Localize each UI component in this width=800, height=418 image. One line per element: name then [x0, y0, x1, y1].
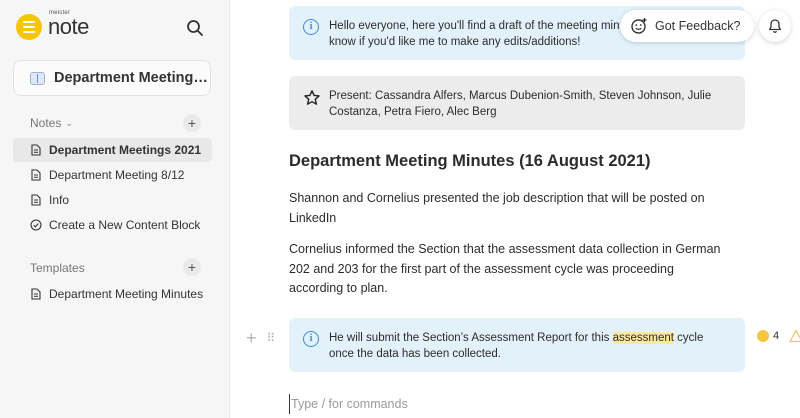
logo-mark-icon: [16, 14, 42, 40]
notifications-button[interactable]: [759, 10, 791, 42]
document-icon: [31, 144, 41, 156]
smiley-add-icon: [631, 18, 647, 34]
current-document-title: Department Meetings 2021: [54, 70, 210, 86]
sidebar-item-department-meeting-8-12[interactable]: Department Meeting 8/12: [13, 163, 212, 187]
drag-handle-icon[interactable]: ⠿: [267, 332, 276, 344]
add-note-button[interactable]: +: [183, 114, 201, 132]
sidebar-item-template-department-meeting[interactable]: Department Meeting Minutes: [13, 282, 212, 306]
document-icon: [31, 288, 41, 300]
present-text: Present: Cassandra Alfers, Marcus Dubeni…: [329, 90, 712, 118]
notes-section-header[interactable]: Notes ⌄: [30, 116, 73, 130]
sidebar-item-label: Info: [49, 193, 70, 207]
document-icon: [31, 169, 41, 181]
templates-section-header[interactable]: Templates: [30, 261, 85, 275]
comment-count: 4: [773, 330, 780, 342]
sidebar-item-department-meetings-2021[interactable]: Department Meetings 2021: [13, 138, 212, 162]
block-tools: + ⠿: [246, 329, 276, 347]
sidebar-item-label: Department Meetings 2021: [49, 143, 202, 157]
editor: i Hello everyone, here you'll find a dra…: [231, 0, 800, 418]
sidebar-item-create-content-block[interactable]: Create a New Content Block: [13, 213, 212, 237]
callout-top-text: Hello everyone, here you'll find a draft…: [329, 18, 629, 48]
paragraph-2[interactable]: Cornelius informed the Section that the …: [289, 240, 729, 299]
callout-top-line1: Hello everyone, here you'll find a draft…: [329, 20, 630, 32]
templates-label: Templates: [30, 261, 85, 275]
sidebar-item-info[interactable]: Info: [13, 188, 212, 212]
search-icon[interactable]: [185, 18, 205, 38]
info-icon: i: [303, 331, 319, 347]
feedback-button[interactable]: Got Feedback?: [620, 10, 755, 42]
paragraph-1[interactable]: Shannon and Cornelius presented the job …: [289, 189, 729, 228]
logo-text: meister note: [48, 10, 89, 39]
brand-name: note: [48, 14, 89, 39]
info-icon: i: [303, 19, 319, 35]
check-circle-icon: [30, 219, 42, 231]
command-input[interactable]: [289, 394, 729, 414]
notes-label: Notes: [30, 116, 62, 130]
add-block-icon[interactable]: +: [246, 329, 257, 347]
bell-icon: [768, 19, 782, 33]
info-callout-bottom[interactable]: i He will submit the Section’s Assessmen…: [289, 318, 745, 372]
star-icon: [304, 90, 320, 105]
highlighted-word[interactable]: assessment: [612, 332, 674, 344]
sidebar-item-label: Create a New Content Block: [49, 218, 201, 232]
present-callout[interactable]: Present: Cassandra Alfers, Marcus Dubeni…: [289, 76, 745, 130]
brand-small: meister: [49, 10, 71, 16]
sidebar-item-label: Department Meeting 8/12: [49, 168, 185, 182]
warning-icon[interactable]: [789, 329, 800, 343]
add-template-button[interactable]: +: [183, 258, 201, 276]
minutes-heading: Department Meeting Minutes (16 August 20…: [289, 152, 651, 170]
document-icon: [31, 194, 41, 206]
feedback-label: Got Feedback?: [655, 19, 741, 33]
comment-avatar-icon: [757, 330, 769, 342]
chevron-down-icon: ⌄: [65, 117, 73, 128]
sidebar: meister note Department Meetings 2021 No…: [0, 0, 230, 418]
app-logo[interactable]: meister note: [16, 10, 89, 40]
book-icon: [30, 71, 45, 85]
sidebar-item-label: Department Meeting Minutes: [49, 287, 204, 301]
callout-bottom-text-start: He will submit the Section’s Assessment …: [329, 332, 613, 344]
callout-top-line2: know if you'd like me to make any edits/…: [329, 36, 581, 48]
callout-bottom-text: He will submit the Section’s Assessment …: [329, 330, 731, 360]
current-document-card[interactable]: Department Meetings 2021: [13, 60, 211, 96]
comment-count-badge[interactable]: 4: [757, 330, 779, 342]
